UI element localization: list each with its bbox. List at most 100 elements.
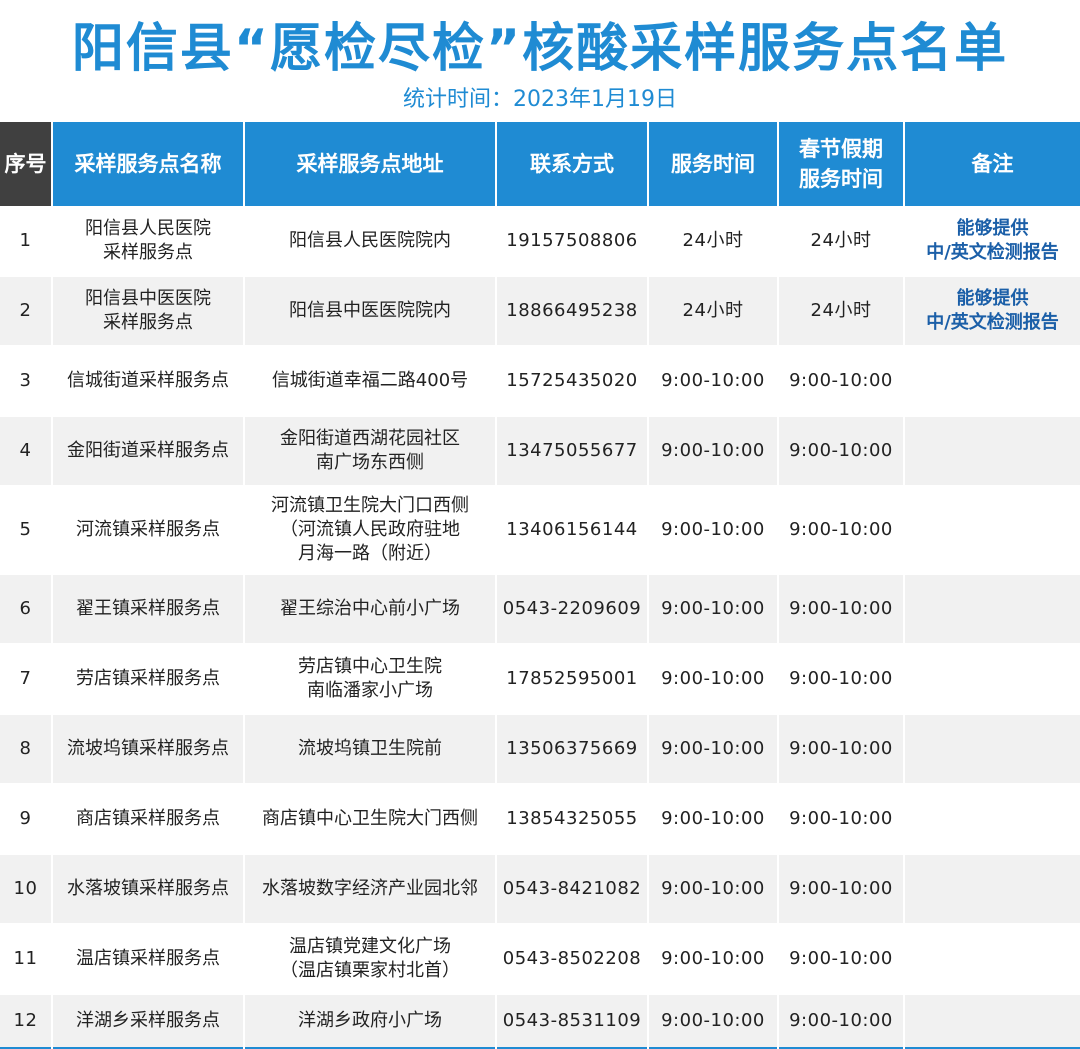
table-row: 6 翟王镇采样服务点 翟王综治中心前小广场 0543-2209609 9:00-10:0… (0, 574, 1080, 644)
cell-phone: 0543-8421082 (495, 854, 648, 924)
cell-name-line: 翟王镇采样服务点 (76, 598, 220, 619)
cell-phone: 0543-8531109 (495, 994, 648, 1048)
table-header-row: 序号 采样服务点名称 采样服务点地址 联系方式 服务时间 春节假期 服务时间 备注 (0, 122, 1080, 206)
cell-address-line: 南广场东西侧 (316, 452, 424, 473)
sampling-points-table: 序号 采样服务点名称 采样服务点地址 联系方式 服务时间 春节假期 服务时间 备注 1 阳信县人… (0, 122, 1080, 1049)
cell-seq: 2 (0, 276, 52, 346)
cell-phone: 17852595001 (495, 644, 648, 714)
table-row: 7 劳店镇采样服务点 劳店镇中心卫生院 南临潘家小广场 17852595001 9:00-… (0, 644, 1080, 714)
cell-address-line: （温店镇栗家村北首） (280, 960, 460, 981)
cell-holiday-hours: 9:00-10:00 (777, 346, 904, 416)
cell-hours: 9:00-10:00 (647, 924, 778, 994)
cell-name-line: 金阳街道采样服务点 (67, 440, 229, 461)
cell-note (903, 854, 1080, 924)
cell-holiday-hours: 9:00-10:00 (777, 574, 904, 644)
cell-address: 信城街道幸福二路400号 (243, 346, 496, 416)
cell-holiday-hours: 9:00-10:00 (777, 994, 904, 1048)
header-seq: 序号 (0, 122, 52, 206)
cell-name: 劳店镇采样服务点 (51, 644, 244, 714)
cell-address: 金阳街道西湖花园社区 南广场东西侧 (243, 416, 496, 486)
table-body: 1 阳信县人民医院 采样服务点 阳信县人民医院院内 19157508806 24小时 24小… (0, 206, 1080, 1048)
header-line: 采样服务点地址 (296, 152, 444, 176)
table-row: 1 阳信县人民医院 采样服务点 阳信县人民医院院内 19157508806 24小时 24小… (0, 206, 1080, 276)
cell-seq: 1 (0, 206, 52, 276)
cell-address-line: （河流镇人民政府驻地 (280, 519, 460, 540)
cell-hours: 9:00-10:00 (647, 784, 778, 854)
cell-name-line: 温店镇采样服务点 (76, 948, 220, 969)
cell-address-line: 温店镇党建文化广场 (289, 936, 451, 957)
cell-holiday-hours: 9:00-10:00 (777, 644, 904, 714)
cell-address-line: 翟王综治中心前小广场 (280, 598, 460, 619)
cell-seq: 8 (0, 714, 52, 784)
cell-address: 阳信县中医医院院内 (243, 276, 496, 346)
cell-address: 阳信县人民医院院内 (243, 206, 496, 276)
cell-seq: 9 (0, 784, 52, 854)
cell-hours: 9:00-10:00 (647, 416, 778, 486)
cell-note (903, 574, 1080, 644)
cell-name-line: 洋湖乡采样服务点 (76, 1010, 220, 1031)
cell-name: 流坡坞镇采样服务点 (51, 714, 244, 784)
cell-address: 翟王综治中心前小广场 (243, 574, 496, 644)
header-name: 采样服务点名称 (51, 122, 244, 206)
cell-note (903, 346, 1080, 416)
cell-address-line: 流坡坞镇卫生院前 (298, 738, 442, 759)
cell-holiday-hours: 24小时 (777, 276, 904, 346)
cell-phone: 13406156144 (495, 486, 648, 574)
table-row: 10 水落坡镇采样服务点 水落坡数字经济产业园北邻 0543-8421082 9:00-… (0, 854, 1080, 924)
cell-phone: 13506375669 (495, 714, 648, 784)
cell-address: 水落坡数字经济产业园北邻 (243, 854, 496, 924)
cell-name: 温店镇采样服务点 (51, 924, 244, 994)
cell-hours: 9:00-10:00 (647, 854, 778, 924)
cell-address: 洋湖乡政府小广场 (243, 994, 496, 1048)
cell-seq: 4 (0, 416, 52, 486)
cell-holiday-hours: 24小时 (777, 206, 904, 276)
page-title: 阳信县“愿检尽检”核酸采样服务点名单 (71, 19, 1009, 79)
table-row: 12 洋湖乡采样服务点 洋湖乡政府小广场 0543-8531109 9:00-10:00… (0, 994, 1080, 1048)
cell-name-line: 阳信县人民医院 (85, 217, 211, 239)
cell-note (903, 784, 1080, 854)
cell-address-line: 洋湖乡政府小广场 (298, 1010, 442, 1031)
cell-holiday-hours: 9:00-10:00 (777, 714, 904, 784)
cell-note-line: 中/英文检测报告 (926, 312, 1059, 333)
cell-note-line: 能够提供 (956, 288, 1029, 309)
cell-phone: 0543-2209609 (495, 574, 648, 644)
cell-address: 河流镇卫生院大门口西侧 （河流镇人民政府驻地 月海一路（附近） (243, 486, 496, 574)
header-address: 采样服务点地址 (243, 122, 496, 206)
header-line: 服务时间 (671, 152, 755, 176)
cell-note-line: 中/英文检测报告 (926, 241, 1059, 263)
cell-seq: 12 (0, 994, 52, 1048)
cell-holiday-hours: 9:00-10:00 (777, 416, 904, 486)
table-row: 11 温店镇采样服务点 温店镇党建文化广场 （温店镇栗家村北首） 0543-850220… (0, 924, 1080, 994)
table-row: 5 河流镇采样服务点 河流镇卫生院大门口西侧 （河流镇人民政府驻地 月海一路（附近） 13… (0, 486, 1080, 574)
header-line: 联系方式 (530, 152, 614, 176)
cell-phone: 19157508806 (495, 206, 648, 276)
cell-name-line: 采样服务点 (103, 241, 193, 263)
cell-address: 温店镇党建文化广场 （温店镇栗家村北首） (243, 924, 496, 994)
cell-name: 金阳街道采样服务点 (51, 416, 244, 486)
cell-note (903, 644, 1080, 714)
cell-phone: 15725435020 (495, 346, 648, 416)
cell-holiday-hours: 9:00-10:00 (777, 784, 904, 854)
cell-seq: 10 (0, 854, 52, 924)
cell-note: 能够提供 中/英文检测报告 (903, 206, 1080, 276)
cell-hours: 9:00-10:00 (647, 574, 778, 644)
cell-name: 河流镇采样服务点 (51, 486, 244, 574)
cell-name-line: 劳店镇采样服务点 (76, 668, 220, 689)
table-row: 9 商店镇采样服务点 商店镇中心卫生院大门西侧 13854325055 9:00-10:… (0, 784, 1080, 854)
cell-note (903, 924, 1080, 994)
header-phone: 联系方式 (495, 122, 648, 206)
cell-hours: 9:00-10:00 (647, 994, 778, 1048)
cell-phone: 13475055677 (495, 416, 648, 486)
cell-name: 翟王镇采样服务点 (51, 574, 244, 644)
cell-note (903, 714, 1080, 784)
cell-holiday-hours: 9:00-10:00 (777, 854, 904, 924)
cell-address: 劳店镇中心卫生院 南临潘家小广场 (243, 644, 496, 714)
cell-hours: 24小时 (647, 206, 778, 276)
cell-note (903, 486, 1080, 574)
cell-seq: 7 (0, 644, 52, 714)
cell-phone: 13854325055 (495, 784, 648, 854)
header-line: 备注 (971, 152, 1014, 176)
cell-name-line: 阳信县中医医院 (85, 288, 211, 309)
cell-seq: 3 (0, 346, 52, 416)
cell-name: 信城街道采样服务点 (51, 346, 244, 416)
